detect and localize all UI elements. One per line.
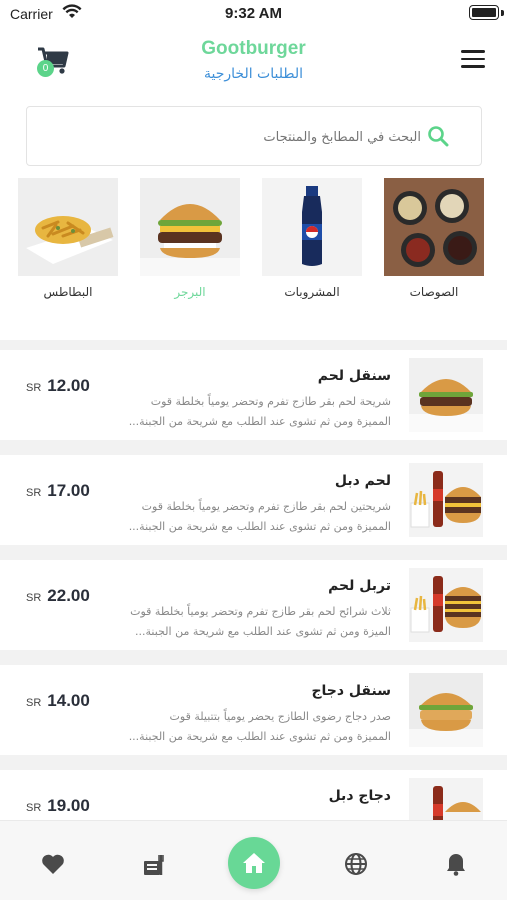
category-drinks[interactable]: المشروبات xyxy=(262,178,362,303)
brand-title: Gootburger xyxy=(201,38,306,59)
hamburger-menu-icon[interactable] xyxy=(461,50,485,70)
category-label: الصوصات xyxy=(409,285,459,299)
product-title: تربل لحم xyxy=(328,578,391,594)
globe-icon[interactable] xyxy=(343,851,369,877)
clock: 9:32 AM xyxy=(225,5,282,22)
search-icon xyxy=(428,126,449,147)
currency-label: SR xyxy=(26,802,42,814)
bell-icon[interactable] xyxy=(443,851,469,877)
home-icon xyxy=(243,853,265,873)
category-label: البرجر xyxy=(174,285,206,299)
product-image xyxy=(409,778,483,820)
list-item[interactable]: دجاج دبل SR 19.00 xyxy=(0,770,507,820)
category-sauces[interactable]: الصوصات xyxy=(384,178,484,303)
product-description: ثلاث شرائح لحم بقر طازج تفرم وتحضر يوميا… xyxy=(130,605,391,638)
product-image xyxy=(409,568,483,642)
search-input[interactable] xyxy=(81,127,421,147)
heart-icon[interactable] xyxy=(40,851,66,877)
list-item[interactable]: تربل لحم ثلاث شرائح لحم بقر طازج تفرم وت… xyxy=(0,560,507,650)
currency-label: SR xyxy=(26,592,42,604)
product-list: سنقل لحم شريحة لحم بقر طازج تفرم وتحضر ي… xyxy=(0,340,507,820)
category-label: المشروبات xyxy=(284,285,340,299)
product-title: لحم دبل xyxy=(334,473,391,489)
product-price: SR 12.00 xyxy=(26,376,90,395)
list-item[interactable]: لحم دبل شريحتين لحم بقر طازج تفرم وتحضر … xyxy=(0,455,507,545)
product-image xyxy=(409,463,483,537)
product-description: صدر دجاج رضوى الطازج يحضر يومياً بتتبيلة… xyxy=(128,710,391,743)
home-button[interactable] xyxy=(228,837,280,889)
drinks-image xyxy=(262,178,362,276)
currency-label: SR xyxy=(26,487,42,499)
list-item[interactable]: سنقل دجاج صدر دجاج رضوى الطازج يحضر يومي… xyxy=(0,665,507,755)
category-strip: البطاطس البرجر المشروبات الصوصات xyxy=(0,178,507,308)
product-image xyxy=(409,358,483,432)
burger-image xyxy=(140,178,240,276)
product-title: دجاج دبل xyxy=(328,788,391,804)
list-item[interactable]: سنقل لحم شريحة لحم بقر طازج تفرم وتحضر ي… xyxy=(0,350,507,440)
product-title: سنقل لحم xyxy=(317,368,391,384)
currency-label: SR xyxy=(26,382,42,394)
bottom-tab-bar xyxy=(0,820,507,900)
category-fries[interactable]: البطاطس xyxy=(18,178,118,303)
product-price: SR 22.00 xyxy=(26,586,90,605)
product-image xyxy=(409,673,483,747)
product-description: شريحتين لحم بقر طازج تفرم وتحضر يومياً ب… xyxy=(128,500,391,533)
product-title: سنقل دجاج xyxy=(311,683,391,699)
page-subtitle: الطلبات الخارجية xyxy=(204,66,303,82)
sauces-image xyxy=(384,178,484,276)
product-price: SR 17.00 xyxy=(26,481,90,500)
status-bar: Carrier 9:32 AM xyxy=(0,0,507,28)
menu-food-icon[interactable] xyxy=(140,851,166,877)
product-price: SR 19.00 xyxy=(26,796,90,815)
fries-image xyxy=(18,178,118,276)
product-description: شريحة لحم بقر طازج تفرم وتحضر يومياً بخل… xyxy=(128,395,391,428)
battery-icon xyxy=(469,5,499,20)
category-burger[interactable]: البرجر xyxy=(140,178,240,303)
search-box[interactable] xyxy=(26,106,482,166)
category-label: البطاطس xyxy=(43,285,93,299)
product-price: SR 14.00 xyxy=(26,691,90,710)
app-header: 0 Gootburger الطلبات الخارجية xyxy=(0,30,507,96)
currency-label: SR xyxy=(26,697,42,709)
